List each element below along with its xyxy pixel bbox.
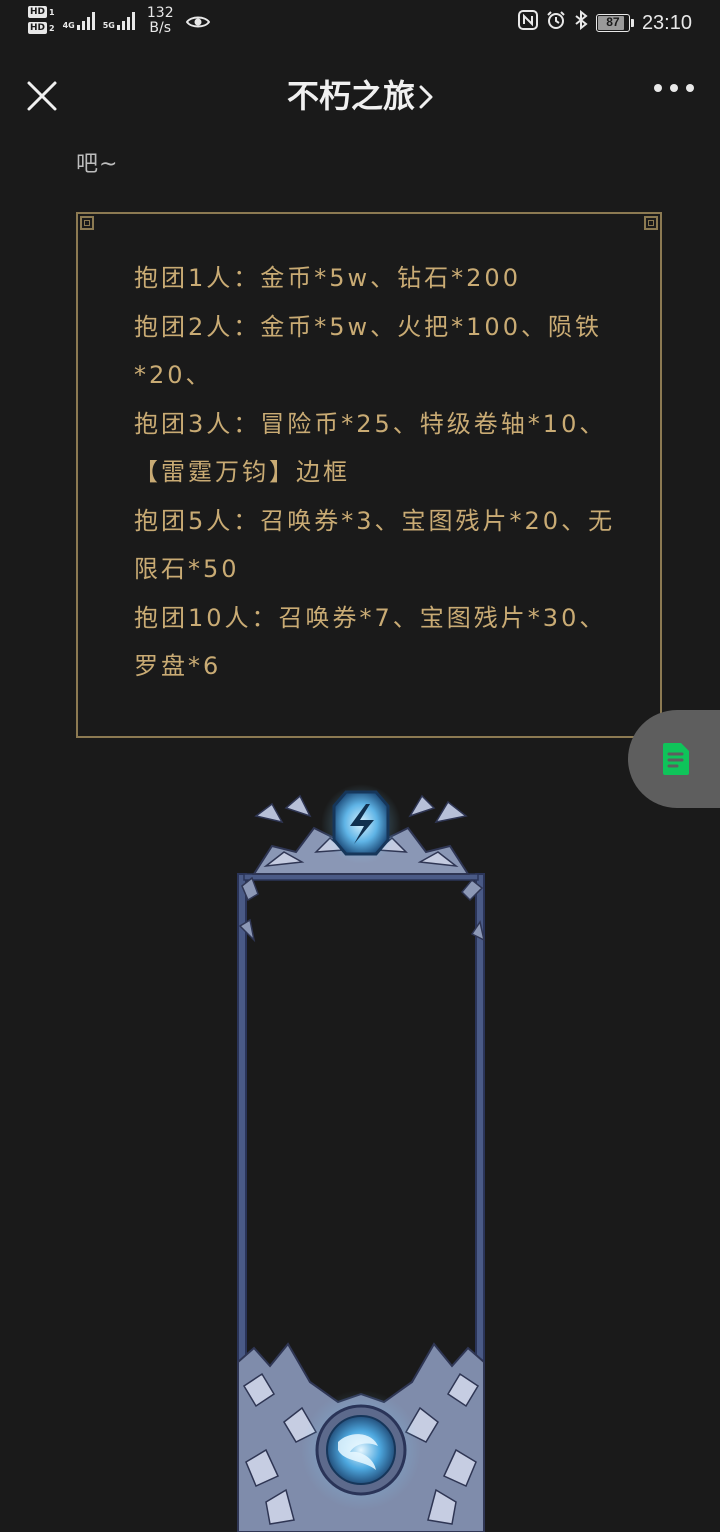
reward-box: 抱团1人：金币*5w、钻石*200 抱团2人：金币*5w、火把*100、陨铁*2…	[76, 212, 662, 738]
page-title-link[interactable]: 不朽之旅	[0, 74, 720, 120]
signal-bars-icon	[116, 12, 135, 30]
hd-sub-label: 2	[49, 23, 55, 33]
clock-time: 23:10	[641, 11, 692, 34]
eye-icon	[185, 14, 210, 34]
hd-indicator-2: HD 2	[28, 22, 55, 34]
reward-item: 抱团2人：金币*5w、火把*100、陨铁*20、	[134, 312, 602, 390]
status-right: 87 23:10	[517, 9, 692, 36]
status-bar: HD 1 HD 2 4G 5G 132 B/s 87 23:10	[0, 0, 720, 48]
reward-item: 抱团3人：冒险币*25、特级卷轴*10、【雷霆万钧】边框	[134, 409, 607, 487]
more-options-button[interactable]	[654, 84, 694, 92]
signal-4g: 4G	[63, 12, 95, 30]
battery-level-text: 87	[606, 15, 620, 29]
hd-label: HD	[28, 6, 48, 18]
nfc-icon	[517, 10, 538, 36]
chevron-right-icon	[419, 76, 433, 120]
network-speed-value: 132	[146, 5, 174, 21]
floating-note-button[interactable]	[628, 710, 720, 808]
signal-5g: 5G	[103, 12, 135, 30]
corner-ornament	[80, 216, 94, 230]
alarm-icon	[546, 10, 566, 36]
more-dot	[654, 84, 662, 92]
battery-icon: 87	[595, 14, 634, 32]
corner-ornament	[644, 216, 658, 230]
more-dot	[686, 84, 694, 92]
page-title: 不朽之旅	[286, 77, 415, 115]
network-speed: 132 B/s	[147, 6, 174, 36]
bluetooth-icon	[574, 9, 588, 36]
more-dot	[670, 84, 678, 92]
reward-item: 抱团5人：召唤券*3、宝图残片*20、无限石*50	[134, 506, 616, 584]
hd-indicator-1: HD 1	[28, 6, 55, 18]
hd-sub-label: 1	[49, 7, 55, 17]
note-icon	[663, 743, 689, 775]
reward-item: 抱团10人：召唤券*7、宝图残片*30、罗盘*6	[134, 603, 607, 681]
network-speed-unit: B/s	[149, 20, 172, 36]
network-type-label: 4G	[62, 21, 75, 30]
battery-body: 87	[595, 14, 630, 32]
battery-tip	[630, 19, 634, 27]
reward-list: 抱团1人：金币*5w、钻石*200 抱团2人：金币*5w、火把*100、陨铁*2…	[134, 254, 618, 691]
thunder-frame-image	[237, 784, 486, 1532]
status-left: HD 1 HD 2 4G 5G 132 B/s	[28, 6, 210, 36]
signal-bars-icon	[76, 12, 95, 30]
network-type-label: 5G	[102, 21, 115, 30]
header-bar: 不朽之旅	[0, 60, 720, 132]
hd-label: HD	[28, 22, 48, 34]
reward-item: 抱团1人：金币*5w、钻石*200	[134, 264, 521, 292]
lead-text: 吧~	[76, 152, 119, 177]
hd-indicators: HD 1 HD 2	[28, 6, 55, 34]
